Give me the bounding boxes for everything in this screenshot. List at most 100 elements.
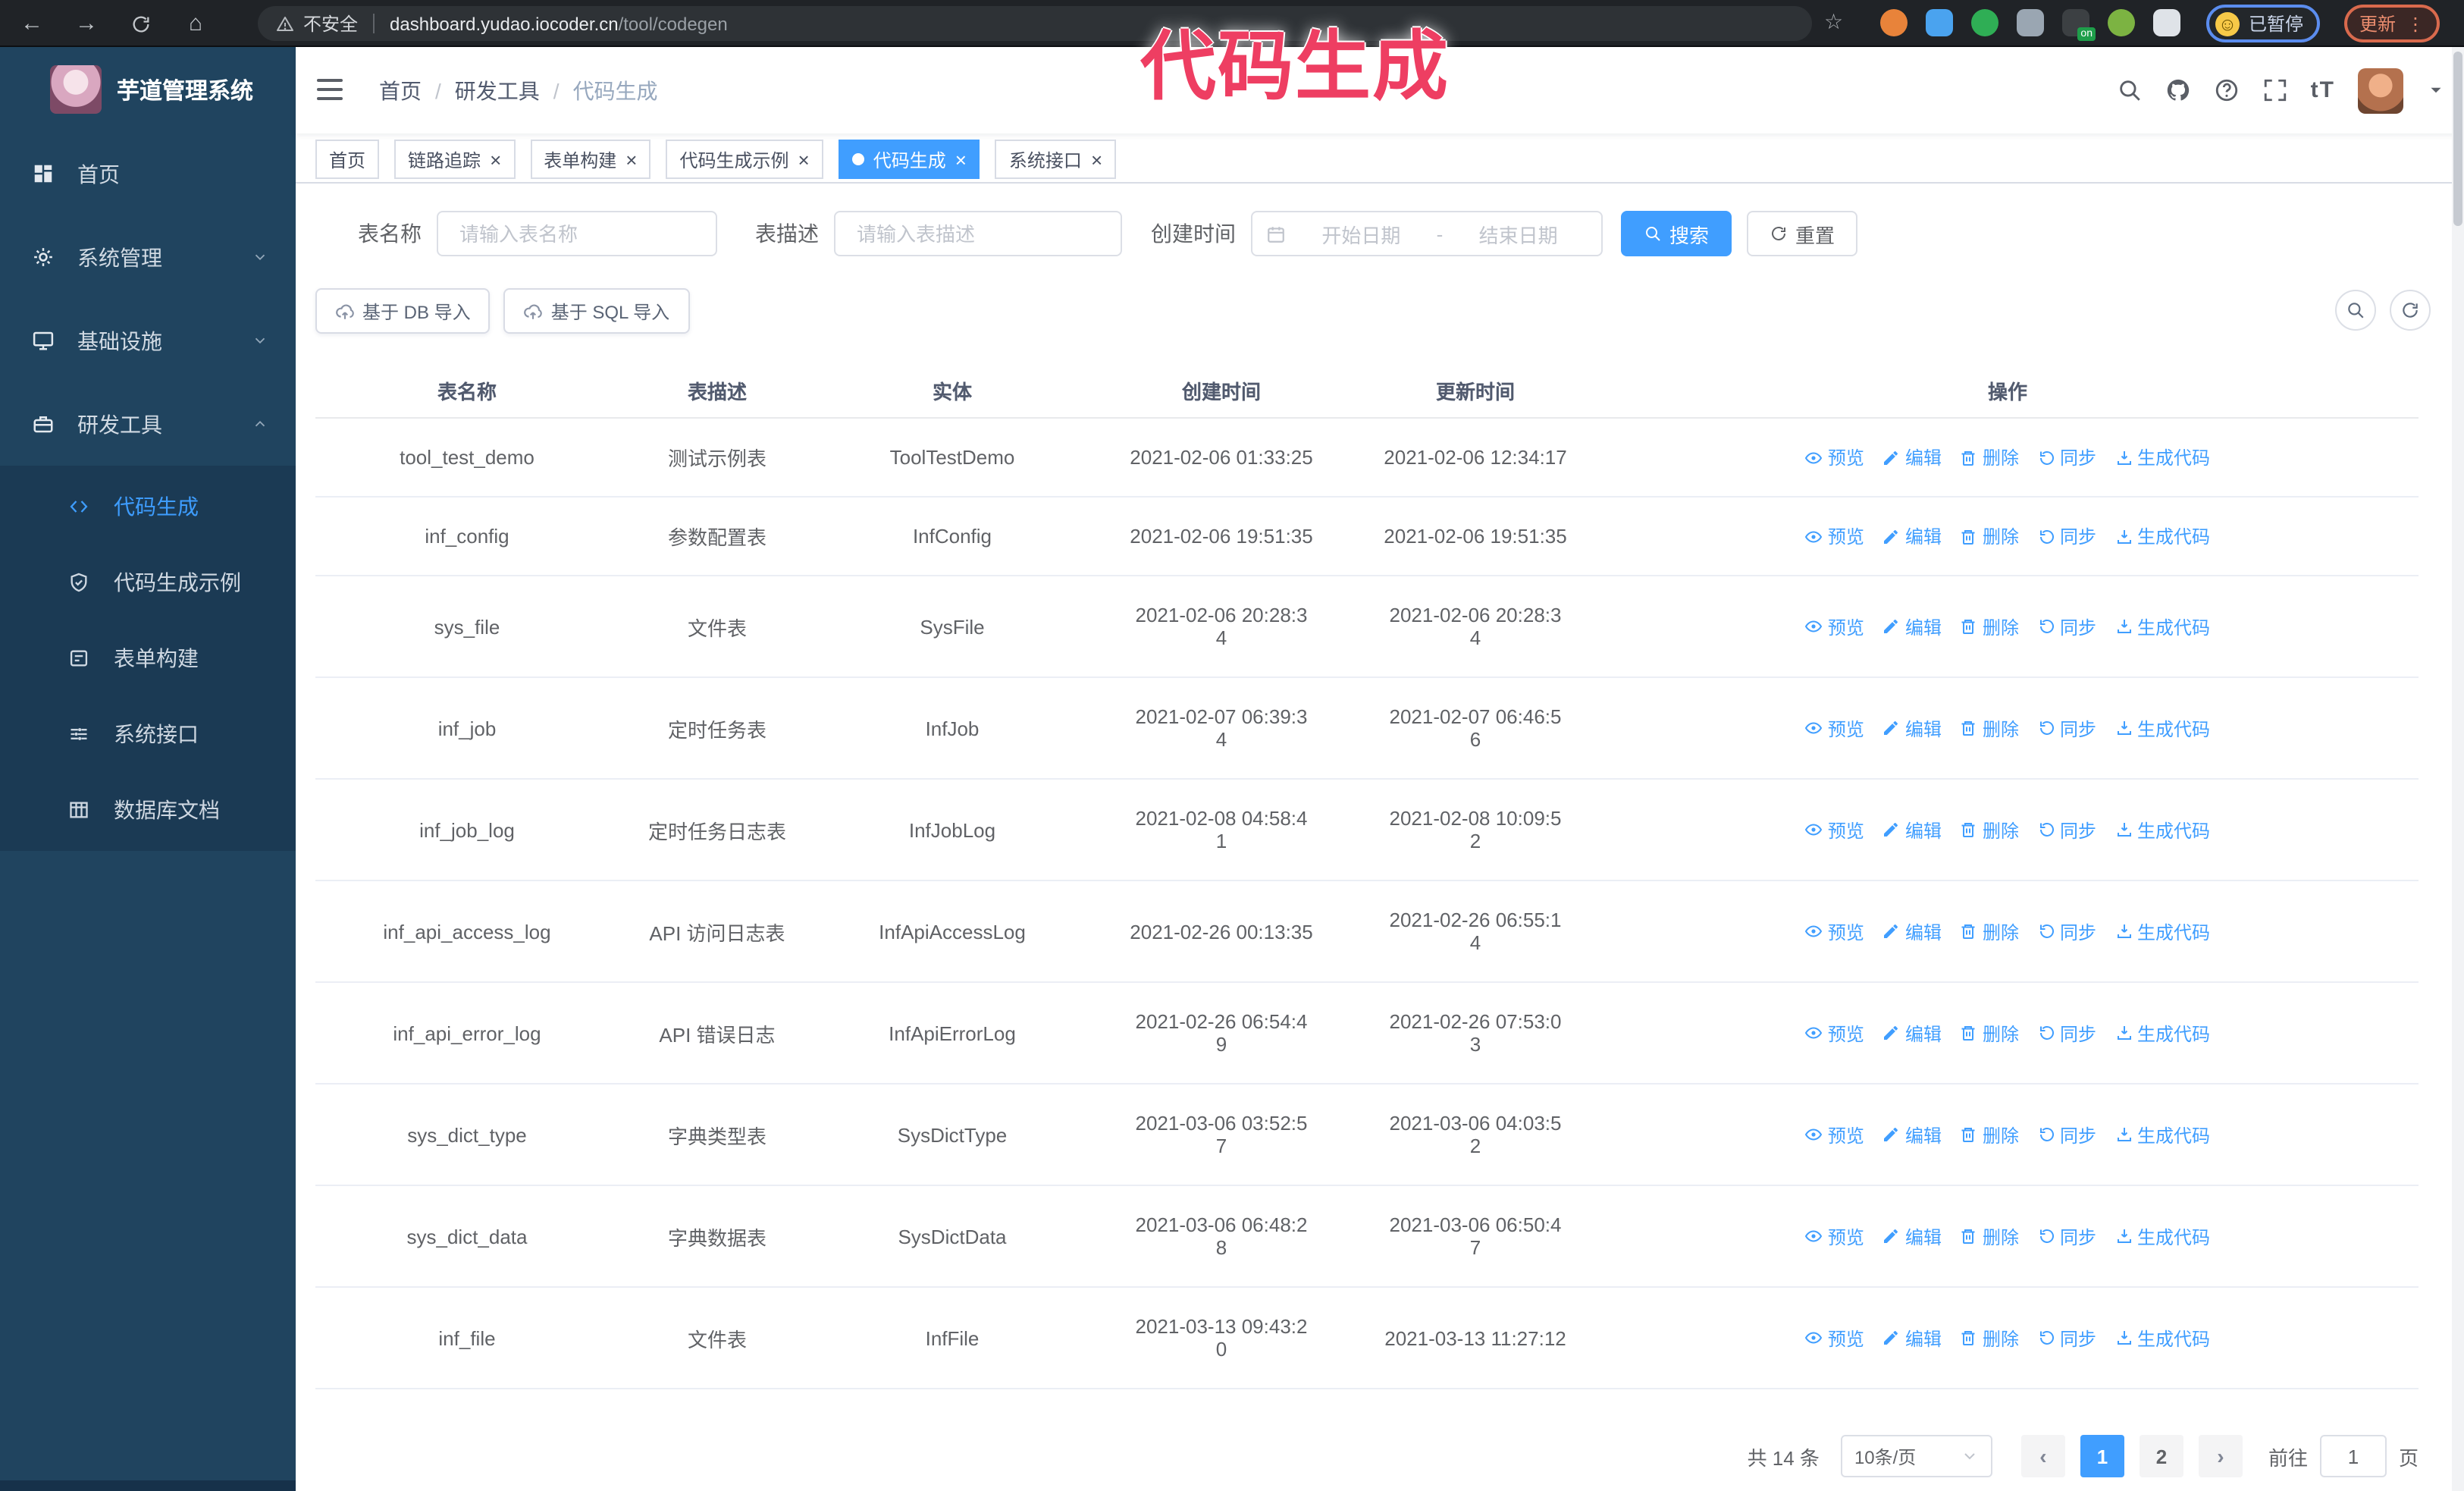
generate-code-link[interactable]: 生成代码 [2114, 1122, 2210, 1147]
preview-link[interactable]: 预览 [1805, 1122, 1864, 1147]
tab-close-icon[interactable]: × [798, 149, 810, 169]
tab-close-icon[interactable]: × [625, 149, 637, 169]
tab-close-icon[interactable]: × [955, 149, 967, 169]
sidebar-fold-button[interactable] [317, 79, 343, 100]
address-bar[interactable]: 不安全 dashboard.yudao.iocoder.cn/tool/code… [258, 6, 1812, 41]
sync-link[interactable]: 同步 [2037, 1122, 2096, 1147]
edit-link[interactable]: 编辑 [1882, 918, 1942, 944]
browser-forward-icon[interactable]: → [70, 11, 103, 36]
browser-update-button[interactable]: 更新 ⋮ [2344, 5, 2440, 42]
delete-link[interactable]: 删除 [1960, 1223, 2019, 1249]
table-name-input-field[interactable] [456, 221, 698, 246]
sidebar-item-infrastructure[interactable]: 基础设施 [0, 299, 296, 382]
tab-form-builder[interactable]: 表单构建 × [530, 140, 651, 179]
font-size-icon[interactable]: tT [2311, 77, 2335, 103]
edit-link[interactable]: 编辑 [1882, 1325, 1942, 1351]
tab-close-icon[interactable]: × [490, 149, 501, 169]
import-sql-button[interactable]: 基于 SQL 导入 [503, 288, 690, 334]
goto-page-input[interactable] [2319, 1435, 2387, 1477]
page-number-button[interactable]: 2 [2139, 1435, 2183, 1477]
search-button[interactable]: 搜索 [1621, 211, 1732, 256]
refresh-table-button[interactable] [2390, 290, 2431, 331]
preview-link[interactable]: 预览 [1805, 614, 1864, 639]
generate-code-link[interactable]: 生成代码 [2114, 715, 2210, 741]
breadcrumb-item[interactable]: 研发工具 [455, 75, 540, 105]
extension-orange-icon[interactable] [1880, 9, 1908, 36]
extension-blue-gem-icon[interactable] [1926, 9, 1953, 36]
table-desc-input[interactable] [834, 211, 1122, 256]
help-icon[interactable] [2214, 77, 2240, 103]
edit-link[interactable]: 编辑 [1882, 1020, 1942, 1046]
generate-code-link[interactable]: 生成代码 [2114, 918, 2210, 944]
fullscreen-icon[interactable] [2262, 77, 2288, 103]
edit-link[interactable]: 编辑 [1882, 715, 1942, 741]
sync-link[interactable]: 同步 [2037, 1223, 2096, 1249]
goto-page-input-field[interactable] [2321, 1436, 2385, 1476]
sync-link[interactable]: 同步 [2037, 817, 2096, 843]
table-desc-input-field[interactable] [854, 221, 1102, 246]
preview-link[interactable]: 预览 [1805, 1325, 1864, 1351]
delete-link[interactable]: 删除 [1960, 1122, 2019, 1147]
edit-link[interactable]: 编辑 [1882, 444, 1942, 470]
user-avatar[interactable] [2358, 67, 2403, 113]
preview-link[interactable]: 预览 [1805, 1223, 1864, 1249]
page-size-select[interactable]: 10条/页 [1840, 1435, 1992, 1477]
delete-link[interactable]: 删除 [1960, 817, 2019, 843]
edit-link[interactable]: 编辑 [1882, 614, 1942, 639]
delete-link[interactable]: 删除 [1960, 1325, 2019, 1351]
generate-code-link[interactable]: 生成代码 [2114, 1325, 2210, 1351]
sidebar-item-system-api[interactable]: 系统接口 [0, 696, 296, 772]
next-page-button[interactable]: › [2198, 1435, 2243, 1477]
start-date-input[interactable]: 开始日期 [1292, 219, 1431, 248]
breadcrumb-item[interactable]: 首页 [379, 75, 422, 105]
preview-link[interactable]: 预览 [1805, 523, 1864, 549]
browser-reload-icon[interactable] [124, 13, 158, 34]
generate-code-link[interactable]: 生成代码 [2114, 523, 2210, 549]
tab-system-api[interactable]: 系统接口 × [995, 140, 1117, 179]
extension-gray-grid-icon[interactable] [2017, 9, 2044, 36]
sync-link[interactable]: 同步 [2037, 614, 2096, 639]
preview-link[interactable]: 预览 [1805, 715, 1864, 741]
end-date-input[interactable]: 结束日期 [1449, 219, 1588, 248]
generate-code-link[interactable]: 生成代码 [2114, 1223, 2210, 1249]
edit-link[interactable]: 编辑 [1882, 1223, 1942, 1249]
github-icon[interactable] [2165, 77, 2191, 103]
prev-page-button[interactable]: ‹ [2020, 1435, 2065, 1477]
edit-link[interactable]: 编辑 [1882, 1122, 1942, 1147]
import-db-button[interactable]: 基于 DB 导入 [315, 288, 491, 334]
preview-link[interactable]: 预览 [1805, 817, 1864, 843]
page-number-button[interactable]: 1 [2080, 1435, 2124, 1477]
generate-code-link[interactable]: 生成代码 [2114, 817, 2210, 843]
edit-link[interactable]: 编辑 [1882, 523, 1942, 549]
user-menu-caret-icon[interactable] [2426, 80, 2446, 100]
tab-codegen-demo[interactable]: 代码生成示例 × [666, 140, 823, 179]
delete-link[interactable]: 删除 [1960, 523, 2019, 549]
sidebar-item-home[interactable]: 首页 [0, 132, 296, 215]
extension-dark-icon[interactable]: on [2062, 9, 2096, 41]
browser-menu-kebab-icon[interactable]: ⋮ [2406, 13, 2425, 34]
preview-link[interactable]: 预览 [1805, 444, 1864, 470]
sync-link[interactable]: 同步 [2037, 918, 2096, 944]
sidebar-item-dev-tools[interactable]: 研发工具 [0, 382, 296, 466]
tab-close-icon[interactable]: × [1091, 149, 1102, 169]
header-search-icon[interactable] [2117, 77, 2143, 103]
sidebar-item-db-doc[interactable]: 数据库文档 [0, 772, 296, 848]
delete-link[interactable]: 删除 [1960, 715, 2019, 741]
preview-link[interactable]: 预览 [1805, 1020, 1864, 1046]
delete-link[interactable]: 删除 [1960, 1020, 2019, 1046]
sidebar-item-codegen[interactable]: 代码生成 [0, 469, 296, 545]
sidebar-item-system-management[interactable]: 系统管理 [0, 215, 296, 299]
sync-link[interactable]: 同步 [2037, 523, 2096, 549]
sidebar-item-form-builder[interactable]: 表单构建 [0, 620, 296, 696]
extension-green-monkey-icon[interactable] [2108, 9, 2135, 36]
generate-code-link[interactable]: 生成代码 [2114, 444, 2210, 470]
horizontal-scrollbar[interactable] [0, 1480, 296, 1491]
sync-link[interactable]: 同步 [2037, 444, 2096, 470]
delete-link[interactable]: 删除 [1960, 614, 2019, 639]
extension-puzzle-icon[interactable] [2153, 9, 2180, 36]
preview-link[interactable]: 预览 [1805, 918, 1864, 944]
table-name-input[interactable] [437, 211, 717, 256]
tab-tracing[interactable]: 链路追踪 × [394, 140, 516, 179]
scrollbar-thumb[interactable] [2453, 52, 2462, 226]
delete-link[interactable]: 删除 [1960, 918, 2019, 944]
